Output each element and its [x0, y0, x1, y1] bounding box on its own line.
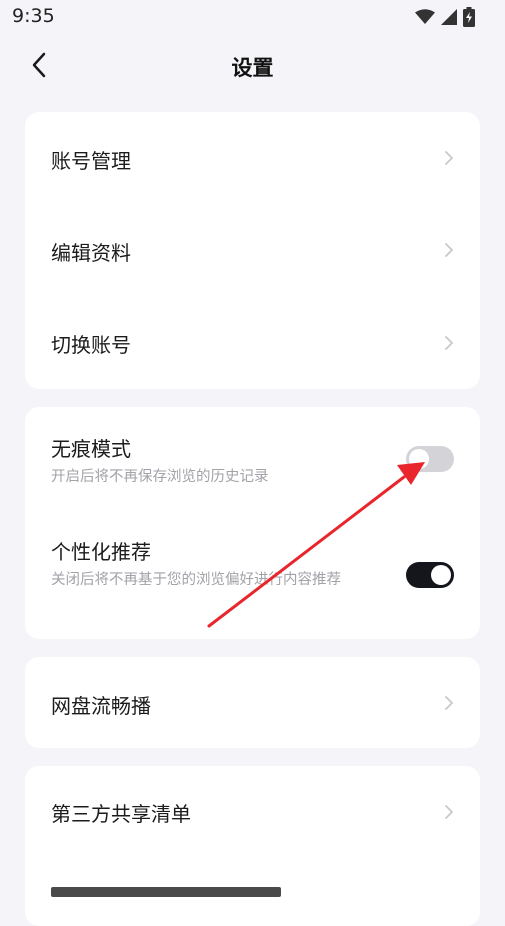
- toggle-knob: [431, 565, 451, 585]
- status-time: 9:35: [12, 5, 55, 27]
- signal-icon: [441, 9, 457, 25]
- personalized-recommendation-row: 个性化推荐 关闭后将不再基于您的浏览偏好进行内容推荐: [25, 507, 480, 639]
- row-label: 网盘流畅播: [51, 694, 151, 718]
- page-title: 设置: [231, 56, 274, 80]
- battery-charging-icon: [463, 7, 475, 27]
- nav-header: 设置: [0, 40, 505, 90]
- cropped-row-text: [51, 887, 281, 897]
- chevron-right-icon: [445, 696, 453, 710]
- cloud-smooth-playback-row[interactable]: 网盘流畅播: [25, 657, 480, 748]
- incognito-mode-label: 无痕模式: [51, 437, 131, 461]
- row-label: 账号管理: [51, 149, 131, 173]
- third-party-sharing-list-row[interactable]: 第三方共享清单: [25, 766, 480, 858]
- status-bar: 9:35: [0, 0, 505, 34]
- incognito-mode-toggle[interactable]: [406, 446, 454, 472]
- personalized-recommendation-description: 关闭后将不再基于您的浏览偏好进行内容推荐: [51, 572, 341, 588]
- privacy-settings-card: 无痕模式 开启后将不再保存浏览的历史记录 个性化推荐 关闭后将不再基于您的浏览偏…: [25, 407, 480, 639]
- partially-hidden-row[interactable]: [25, 858, 480, 926]
- wifi-icon: [415, 9, 435, 24]
- row-label: 切换账号: [51, 333, 131, 357]
- sharing-list-card: 第三方共享清单: [25, 766, 480, 926]
- personalized-recommendation-label: 个性化推荐: [51, 540, 151, 564]
- account-settings-card: 账号管理 编辑资料 切换账号: [25, 112, 480, 389]
- toggle-knob: [409, 449, 429, 469]
- personalized-recommendation-toggle[interactable]: [406, 562, 454, 588]
- chevron-right-icon: [445, 151, 453, 165]
- row-label: 第三方共享清单: [51, 802, 191, 826]
- incognito-mode-description: 开启后将不再保存浏览的历史记录: [51, 469, 269, 485]
- status-icons: [415, 5, 475, 29]
- edit-profile-row[interactable]: 编辑资料: [25, 204, 480, 297]
- chevron-right-icon: [445, 805, 453, 819]
- cloud-playback-card: 网盘流畅播: [25, 657, 480, 748]
- account-management-row[interactable]: 账号管理: [25, 112, 480, 204]
- switch-account-row[interactable]: 切换账号: [25, 297, 480, 389]
- incognito-mode-row: 无痕模式 开启后将不再保存浏览的历史记录: [25, 407, 480, 507]
- chevron-right-icon: [445, 336, 453, 350]
- row-label: 编辑资料: [51, 241, 131, 265]
- chevron-right-icon: [445, 243, 453, 257]
